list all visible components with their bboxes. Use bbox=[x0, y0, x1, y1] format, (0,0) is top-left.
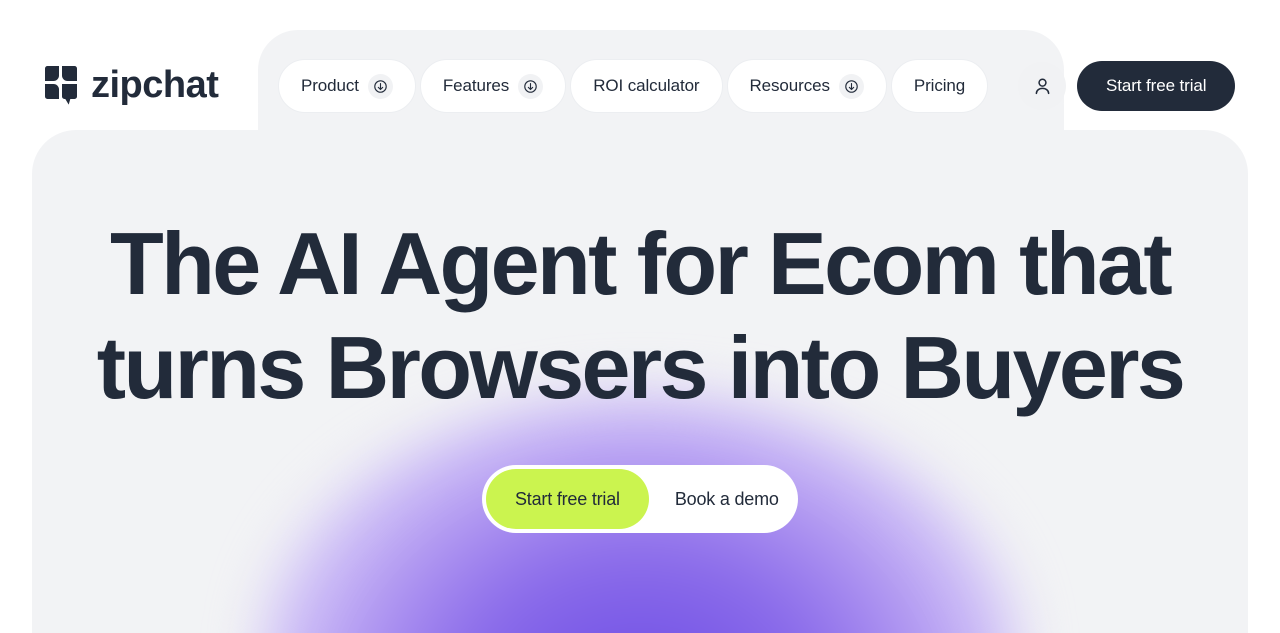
hero-title-line-2: turns Browsers into Buyers bbox=[96, 318, 1186, 417]
nav-item-roi-calculator[interactable]: ROI calculator bbox=[570, 59, 723, 113]
start-free-trial-button[interactable]: Start free trial bbox=[486, 469, 649, 529]
nav-item-features[interactable]: Features bbox=[419, 59, 567, 113]
site-header: zipchat Product Features ROI calculator … bbox=[0, 0, 1280, 144]
nav-item-label: Product bbox=[301, 76, 359, 95]
user-account-icon bbox=[1035, 77, 1049, 94]
hero-section: The AI Agent for Ecom that turns Browser… bbox=[32, 130, 1248, 533]
nav-item-label: Features bbox=[442, 76, 510, 95]
nav-item-label: Pricing bbox=[913, 76, 966, 95]
nav-item-resources[interactable]: Resources bbox=[726, 59, 887, 113]
page-title: The AI Agent for Ecom that turns Browser… bbox=[32, 220, 1248, 412]
nav-item-pricing[interactable]: Pricing bbox=[890, 59, 989, 113]
hero-panel: The AI Agent for Ecom that turns Browser… bbox=[32, 130, 1248, 633]
logo[interactable]: zipchat bbox=[42, 61, 219, 109]
circle-arrow-down-icon bbox=[518, 73, 544, 99]
header-start-free-trial-button[interactable]: Start free trial bbox=[1077, 61, 1236, 111]
circle-arrow-down-icon bbox=[838, 73, 864, 99]
nav-item-label: ROI calculator bbox=[593, 76, 700, 95]
logo-text: zipchat bbox=[91, 64, 219, 106]
nav-item-label: Resources bbox=[749, 76, 830, 95]
circle-arrow-down-icon bbox=[367, 73, 393, 99]
zipchat-speech-bubble-logo-icon bbox=[45, 66, 77, 105]
main-nav: Product Features ROI calculator Resource… bbox=[278, 59, 989, 113]
hero-title-line-1: The AI Agent for Ecom that bbox=[109, 214, 1173, 313]
account-button[interactable] bbox=[1018, 62, 1066, 110]
hero-cta-group: Start free trial Book a demo bbox=[482, 465, 798, 533]
nav-item-product[interactable]: Product bbox=[278, 59, 416, 113]
book-a-demo-button[interactable]: Book a demo bbox=[649, 469, 805, 529]
